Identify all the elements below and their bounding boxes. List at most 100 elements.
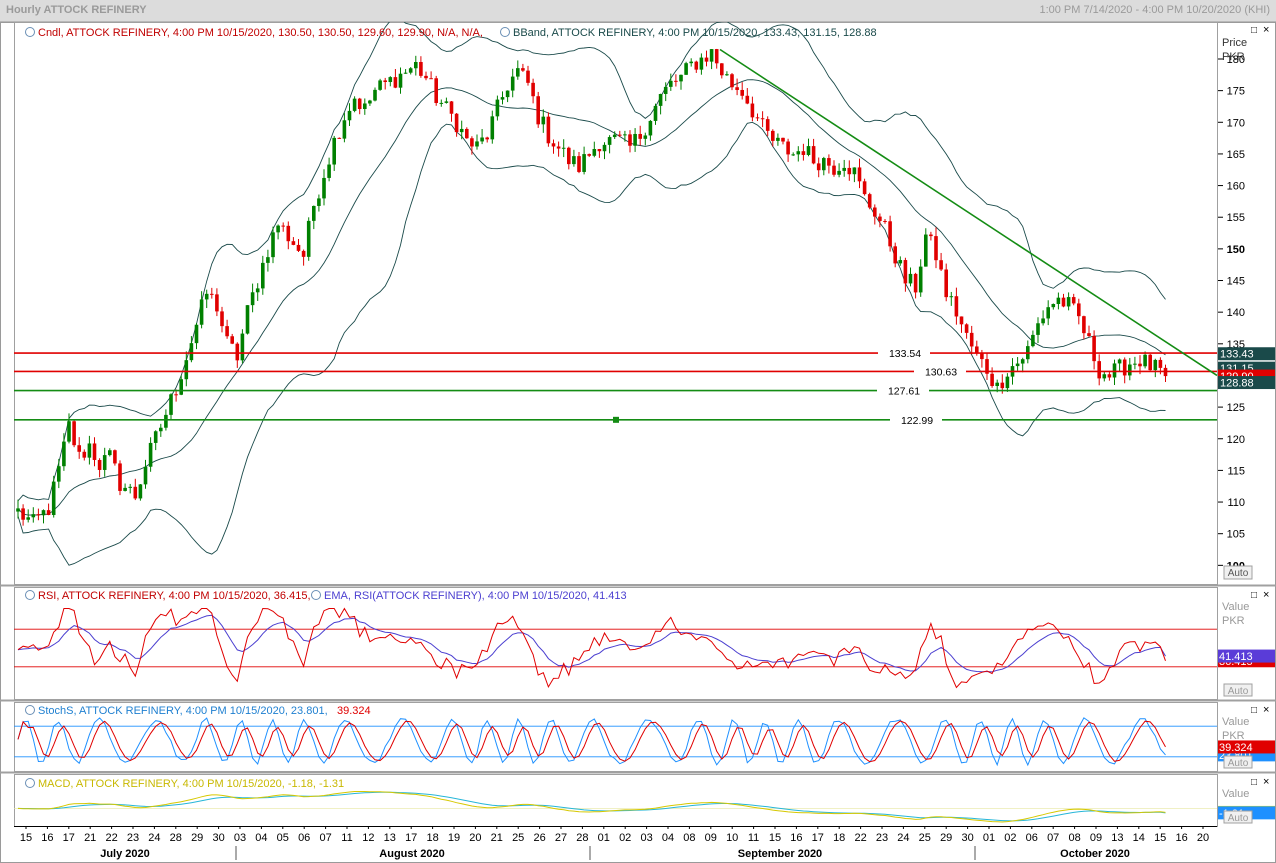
x-tick-label: 18 <box>426 832 438 844</box>
x-tick-label: 30 <box>961 832 973 844</box>
candle-body <box>796 151 801 155</box>
x-tick-label: 17 <box>405 832 417 844</box>
candle-body <box>618 134 622 136</box>
candle-body <box>174 394 178 396</box>
price-axis-title: Price <box>1222 37 1247 49</box>
candle-body <box>643 135 648 139</box>
candle-body <box>582 154 586 172</box>
candle-body <box>1117 359 1122 364</box>
candle-body <box>235 343 240 361</box>
legend-toggle-icon[interactable] <box>25 27 35 37</box>
bband-legend: BBand, ATTOCK REFINERY, 4:00 PM 10/15/20… <box>513 27 877 39</box>
candle-body <box>1020 359 1025 364</box>
candle-body <box>281 225 285 227</box>
candle-body <box>725 74 729 76</box>
candle-body <box>1066 297 1071 307</box>
candle-body <box>837 170 841 175</box>
candle-body <box>1107 374 1112 378</box>
candle-body <box>801 151 806 155</box>
candle-body <box>765 119 770 131</box>
macd-legend: MACD, ATTOCK REFINERY, 4:00 PM 10/15/202… <box>25 778 344 790</box>
legend-toggle-icon[interactable] <box>25 778 35 788</box>
candle-body <box>82 451 87 458</box>
candle-body <box>924 234 928 267</box>
x-tick-label: 23 <box>127 832 139 844</box>
candle-body <box>969 332 974 347</box>
candle-body <box>1077 303 1081 317</box>
legend-toggle-icon[interactable] <box>311 590 321 600</box>
candle-body <box>633 133 637 146</box>
candle-body <box>546 116 551 144</box>
candle-body <box>964 324 969 333</box>
candle-body <box>939 260 943 270</box>
candle-body <box>745 95 750 104</box>
candle-body <box>709 49 714 62</box>
candle-body <box>16 508 20 512</box>
x-tick-label: 16 <box>41 832 53 844</box>
candle-body <box>102 455 107 470</box>
indicator-axis-title: Value <box>1222 601 1249 613</box>
x-tick-label: 02 <box>1004 832 1016 844</box>
candle-body <box>791 154 795 156</box>
candle-body <box>495 99 500 117</box>
candle-body <box>199 299 204 325</box>
candle-body <box>480 137 484 142</box>
candle-body <box>204 293 209 300</box>
candle-body <box>266 257 270 263</box>
legend-toggle-icon[interactable] <box>500 27 510 37</box>
candle-body <box>403 72 408 74</box>
x-tick-label: 16 <box>1175 832 1187 844</box>
candle-body <box>220 311 224 327</box>
candle-body <box>46 510 51 516</box>
legend-toggle-icon[interactable] <box>25 705 35 715</box>
x-tick-label: 29 <box>940 832 952 844</box>
candle-body <box>903 260 908 284</box>
macd-legend-text: MACD, ATTOCK REFINERY, 4:00 PM 10/15/202… <box>38 778 344 790</box>
chart-area[interactable]: □ × □ × □ × □ × 133.54 130.63 127.61 122.99 Price P… <box>0 22 1276 863</box>
y-tick-label: 145 <box>1227 276 1245 288</box>
candle-body <box>990 373 994 386</box>
candle-body <box>352 98 357 111</box>
candle-body <box>230 336 234 344</box>
x-tick-label: 13 <box>384 832 396 844</box>
x-tick-label: 28 <box>170 832 182 844</box>
candle-body <box>954 296 959 317</box>
candle-body <box>623 134 627 136</box>
candle-body <box>531 82 535 97</box>
legend-toggle-icon[interactable] <box>25 590 35 600</box>
candle-body <box>771 130 775 141</box>
candle-body <box>612 134 617 138</box>
candle-body <box>1082 316 1086 334</box>
candle-body <box>516 68 520 77</box>
candle-body <box>276 225 280 233</box>
x-tick-label: 17 <box>812 832 824 844</box>
x-tick-label: 20 <box>1197 832 1209 844</box>
candle-body <box>510 76 515 91</box>
candle-body <box>301 250 306 257</box>
x-tick-label: 12 <box>362 832 374 844</box>
candle-body <box>194 324 199 344</box>
x-tick-label: 25 <box>512 832 524 844</box>
y-tick-label: 175 <box>1227 86 1245 98</box>
candle-body <box>179 379 183 395</box>
candle-body <box>888 221 892 247</box>
candle-body <box>77 445 81 452</box>
x-tick-label: 22 <box>854 832 866 844</box>
candle-body <box>36 514 41 516</box>
candle-body <box>684 63 688 75</box>
candle-body <box>929 234 933 237</box>
candle-body <box>1031 334 1035 347</box>
x-tick-label: 11 <box>341 832 352 844</box>
candle-body <box>1158 359 1163 368</box>
candle-body <box>123 487 127 491</box>
candle-body <box>419 62 423 76</box>
candle-body <box>704 57 709 62</box>
candle-body <box>164 414 168 428</box>
candle-body <box>541 116 546 125</box>
value-tag-label: 128.88 <box>1220 378 1254 390</box>
candle-body <box>92 443 97 460</box>
x-tick-label: 07 <box>1047 832 1059 844</box>
x-tick-label: 20 <box>469 832 481 844</box>
level-label: 122.99 <box>901 415 933 427</box>
x-tick-label: 02 <box>619 832 631 844</box>
